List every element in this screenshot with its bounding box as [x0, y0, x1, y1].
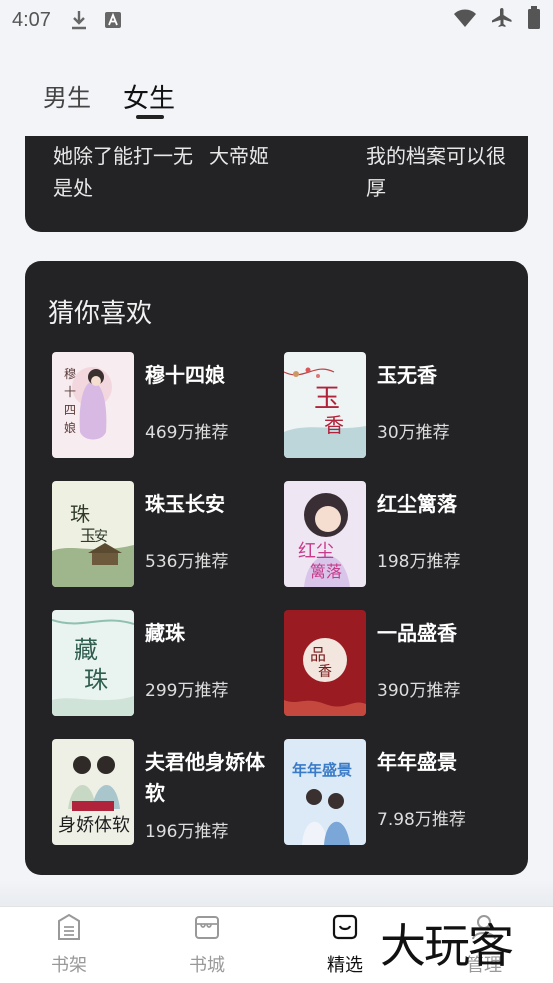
book-cover[interactable]: 珠 玉 安 — [52, 481, 134, 587]
nav-store-label: 书城 — [189, 955, 225, 976]
svg-text:安: 安 — [94, 529, 108, 545]
book-recommend-count: 536万推荐 — [145, 552, 229, 572]
book-item[interactable]: 穆 十 四 娘 穆十四娘 469万推荐 — [52, 352, 282, 458]
book-title[interactable]: 藏珠 — [145, 618, 280, 649]
book-title[interactable]: 玉无香 — [377, 360, 512, 391]
store-icon — [195, 916, 219, 939]
book-cover[interactable]: 身娇体软 — [52, 739, 134, 845]
book-title[interactable]: 一品盛香 — [377, 618, 512, 649]
ranking-book-title[interactable]: 我的档案可以很厚 — [366, 140, 516, 204]
bottom-fade — [0, 880, 553, 908]
svg-text:四: 四 — [64, 403, 76, 417]
svg-text:十: 十 — [64, 385, 76, 399]
wifi-icon — [453, 8, 477, 33]
svg-text:身娇体软: 身娇体软 — [58, 815, 130, 836]
status-bar: 4:07 — [0, 0, 553, 40]
svg-text:品: 品 — [310, 645, 326, 664]
tab-female[interactable]: 女生 — [123, 78, 175, 115]
watermark: 大玩客 — [380, 919, 514, 973]
book-recommend-count: 30万推荐 — [377, 423, 450, 443]
book-item[interactable]: 红尘 篱落 红尘篱落 198万推荐 — [284, 481, 514, 587]
book-cover[interactable]: 红尘 篱落 — [284, 481, 366, 587]
nav-shelf-label: 书架 — [51, 955, 87, 976]
book-cover[interactable]: 年年盛景 — [284, 739, 366, 845]
nav-featured[interactable]: 精选 — [305, 913, 385, 977]
bookshelf-icon — [58, 913, 80, 940]
recommend-section-title: 猜你喜欢 — [48, 299, 153, 329]
book-recommend-count: 469万推荐 — [145, 423, 229, 443]
ranking-book-title[interactable]: 她除了能打一无是处 — [53, 140, 203, 204]
keyboard-a-icon — [103, 10, 123, 30]
book-cover[interactable]: 玉 香 — [284, 352, 366, 458]
download-icon — [69, 10, 89, 30]
book-title[interactable]: 穆十四娘 — [145, 360, 280, 391]
svg-text:玉: 玉 — [314, 384, 340, 414]
airplane-mode-icon — [491, 7, 513, 34]
book-recommend-count: 198万推荐 — [377, 552, 461, 572]
svg-text:娘: 娘 — [64, 420, 76, 435]
book-item[interactable]: 品 香 一品盛香 390万推荐 — [284, 610, 514, 716]
svg-text:香: 香 — [324, 413, 344, 437]
battery-icon — [527, 6, 541, 35]
status-time: 4:07 — [12, 8, 51, 31]
book-recommend-count: 299万推荐 — [145, 681, 229, 701]
ranking-card: 她除了能打一无是处 大帝姬 我的档案可以很厚 — [25, 136, 528, 232]
svg-text:年年盛景: 年年盛景 — [292, 761, 352, 779]
book-recommend-count: 196万推荐 — [145, 822, 229, 842]
book-item[interactable]: 年年盛景 年年盛景 7.98万推荐 — [284, 739, 514, 845]
svg-text:穆: 穆 — [64, 366, 76, 381]
featured-bag-icon — [332, 914, 358, 940]
nav-shelf[interactable]: 书架 — [29, 913, 109, 977]
book-item[interactable]: 藏 珠 藏珠 299万推荐 — [52, 610, 282, 716]
book-title[interactable]: 夫君他身娇体软 — [145, 747, 280, 809]
book-title[interactable]: 年年盛景 — [377, 747, 512, 778]
recommend-card: 猜你喜欢 穆 十 四 娘 穆十四娘 469万推荐 玉 香 玉无香 30万推荐 珠… — [25, 261, 528, 875]
book-title[interactable]: 红尘篱落 — [377, 489, 512, 520]
svg-text:珠: 珠 — [70, 502, 90, 526]
book-item[interactable]: 身娇体软 夫君他身娇体软 196万推荐 — [52, 739, 282, 845]
ranking-book-title[interactable]: 大帝姬 — [209, 140, 359, 172]
book-cover[interactable]: 藏 珠 — [52, 610, 134, 716]
nav-featured-label: 精选 — [327, 955, 363, 976]
tab-male[interactable]: 男生 — [43, 78, 91, 113]
book-title[interactable]: 珠玉长安 — [145, 489, 280, 520]
book-cover[interactable]: 品 香 — [284, 610, 366, 716]
book-item[interactable]: 珠 玉 安 珠玉长安 536万推荐 — [52, 481, 282, 587]
svg-text:香: 香 — [318, 664, 332, 680]
svg-text:红尘: 红尘 — [298, 541, 334, 562]
svg-text:篱落: 篱落 — [310, 562, 342, 581]
book-recommend-count: 390万推荐 — [377, 681, 461, 701]
gender-tabs: 男生 女生 — [0, 70, 553, 130]
svg-text:藏: 藏 — [74, 636, 98, 664]
book-cover[interactable]: 穆 十 四 娘 — [52, 352, 134, 458]
book-recommend-count: 7.98万推荐 — [377, 810, 466, 830]
tab-indicator — [136, 115, 164, 119]
svg-text:珠: 珠 — [84, 666, 108, 694]
book-item[interactable]: 玉 香 玉无香 30万推荐 — [284, 352, 514, 458]
nav-store[interactable]: 书城 — [167, 913, 247, 977]
